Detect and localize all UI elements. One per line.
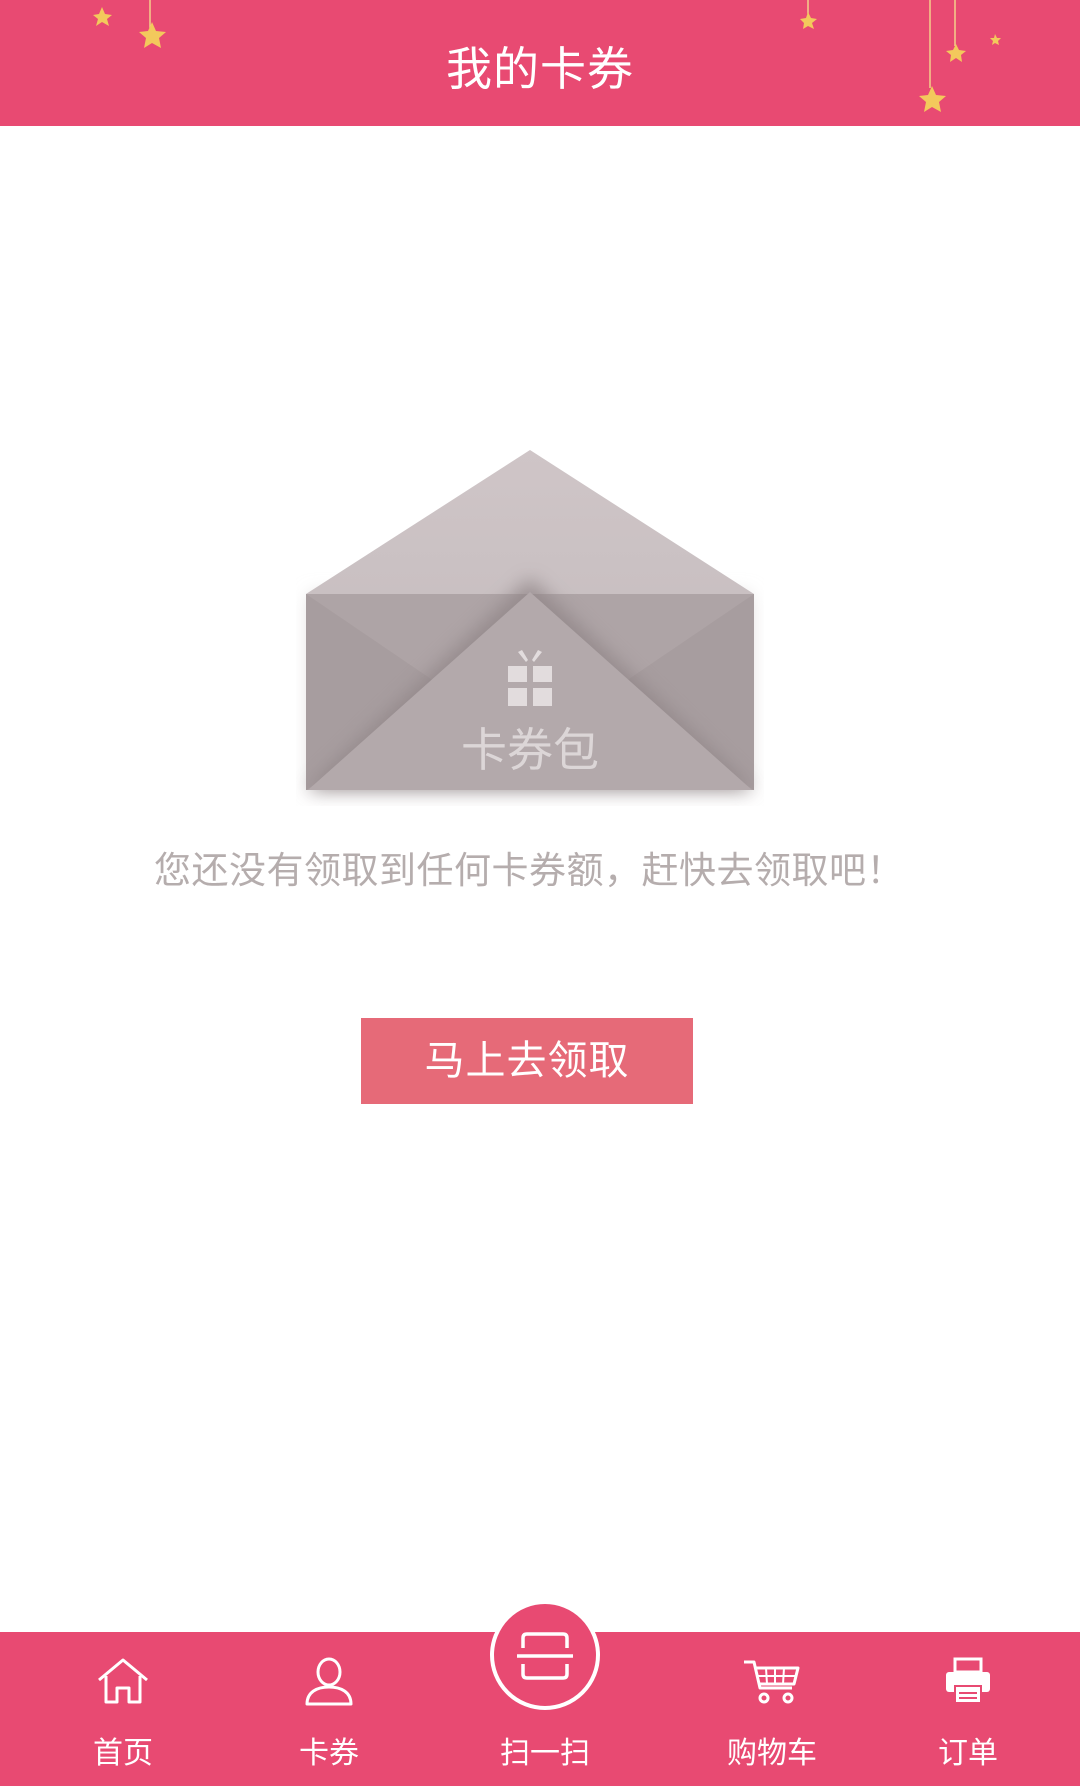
empty-state-message: 您还没有领取到任何卡券额，赶快去领取吧！ xyxy=(154,849,904,892)
nav-label-orders: 订单 xyxy=(938,1736,998,1771)
card-wallet-envelope-illustration: 卡券包 xyxy=(296,446,764,806)
nav-label-coupons: 卡券 xyxy=(299,1736,359,1771)
cart-icon xyxy=(744,1660,800,1704)
nav-item-coupons[interactable]: 卡券 xyxy=(254,1632,404,1786)
scan-button[interactable] xyxy=(490,1600,600,1710)
nav-label-cart: 购物车 xyxy=(727,1736,817,1771)
gift-icon xyxy=(508,650,552,706)
card-wallet-label: 卡券包 xyxy=(461,723,599,777)
nav-item-cart[interactable]: 购物车 xyxy=(697,1632,847,1786)
nav-label-home: 首页 xyxy=(93,1736,153,1771)
top-bar: 我的卡券 xyxy=(0,0,1080,126)
printer-icon xyxy=(946,1657,990,1704)
scan-icon xyxy=(517,1632,573,1680)
nav-label-scan: 扫一扫 xyxy=(500,1736,590,1771)
nav-item-orders[interactable]: 订单 xyxy=(893,1632,1043,1786)
page-title: 我的卡券 xyxy=(446,42,634,96)
claim-now-button[interactable]: 马上去领取 xyxy=(361,1018,693,1104)
nav-item-home[interactable]: 首页 xyxy=(48,1632,198,1786)
user-icon xyxy=(305,1657,353,1706)
home-icon xyxy=(98,1658,148,1704)
